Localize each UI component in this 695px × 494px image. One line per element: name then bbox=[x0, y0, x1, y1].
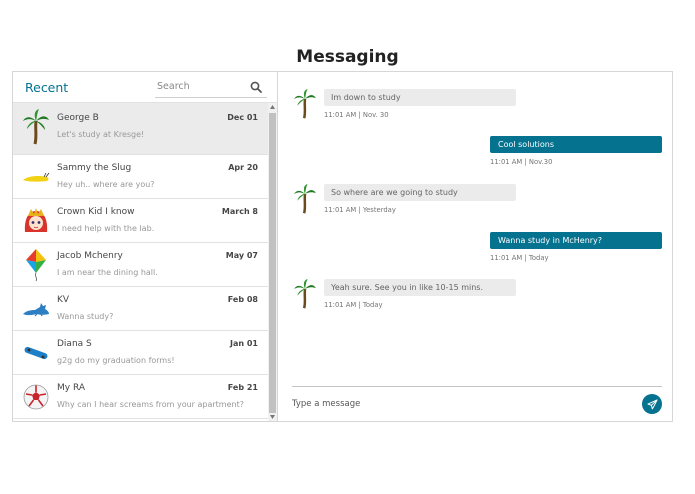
inbox-panel: Recent George B Dec 01 Let's bbox=[13, 72, 278, 421]
search-input[interactable] bbox=[155, 81, 247, 92]
chat-date: May 07 bbox=[225, 251, 258, 260]
chat-name: Crown Kid I know bbox=[57, 207, 135, 217]
page-title: Messaging bbox=[296, 47, 399, 67]
chat-name: Diana S bbox=[57, 339, 92, 349]
chat-preview: Let's study at Kresge! bbox=[57, 130, 145, 139]
inbox-header: Recent bbox=[13, 72, 277, 103]
message-time: 11:01 AM | Today bbox=[490, 254, 549, 262]
chat-body: George B Dec 01 Let's study at Kresge! bbox=[57, 113, 258, 139]
message-input[interactable] bbox=[292, 399, 642, 409]
palm-tree-icon bbox=[22, 109, 50, 145]
message-bubble: Cool solutions bbox=[490, 136, 662, 153]
chat-date: Jan 01 bbox=[230, 339, 258, 348]
message-bubble: Yeah sure. See you in like 10-15 mins. bbox=[324, 279, 516, 296]
banana-slug-icon bbox=[22, 163, 50, 191]
palm-tree-icon bbox=[292, 184, 320, 214]
chat-name: KV bbox=[57, 295, 70, 305]
chat-item-jacob-mchenry[interactable]: Jacob Mchenry May 07 I am near the dinin… bbox=[13, 243, 268, 287]
chat-name: My RA bbox=[57, 383, 85, 393]
paper-plane-icon bbox=[646, 398, 658, 409]
outgoing-message: Wanna study in McHenry? 11:01 AM | Today bbox=[490, 232, 662, 262]
message-time: 11:01 AM | Today bbox=[324, 301, 383, 309]
chat-item-kv[interactable]: KV Feb 08 Wanna study? bbox=[13, 287, 268, 331]
chat-date: Dec 01 bbox=[227, 113, 258, 122]
chat-preview: g2g do my graduation forms! bbox=[57, 356, 175, 365]
chat-item-diana-s[interactable]: Diana S Jan 01 g2g do my graduation form… bbox=[13, 331, 268, 375]
soccer-ball-icon bbox=[22, 383, 50, 411]
incoming-message: Im down to study 11:01 AM | Nov. 30 bbox=[292, 89, 552, 119]
kite-icon bbox=[22, 249, 50, 282]
chat-item-george-b[interactable]: George B Dec 01 Let's study at Kresge! bbox=[13, 103, 268, 155]
search-icon[interactable] bbox=[247, 78, 265, 96]
message-history: Im down to study 11:01 AM | Nov. 30 Cool… bbox=[292, 72, 662, 382]
message-bubble: Im down to study bbox=[324, 89, 516, 106]
message-time: 11:01 AM | Yesterday bbox=[324, 206, 396, 214]
message-panel: Im down to study 11:01 AM | Nov. 30 Cool… bbox=[278, 72, 672, 421]
chat-item-crown-kid[interactable]: Crown Kid I know March 8 I need help wit… bbox=[13, 199, 268, 243]
palm-tree-icon bbox=[292, 89, 320, 119]
chat-date: March 8 bbox=[221, 207, 258, 216]
chat-date: Apr 20 bbox=[228, 163, 258, 172]
outgoing-message: Cool solutions 11:01 AM | Nov.30 bbox=[490, 136, 662, 166]
message-bubble: Wanna study in McHenry? bbox=[490, 232, 662, 249]
chat-name: Jacob Mchenry bbox=[57, 251, 123, 261]
skateboard-icon bbox=[22, 339, 50, 367]
chat-date: Feb 21 bbox=[227, 383, 258, 392]
chat-name: George B bbox=[57, 113, 99, 123]
chat-preview: Hey uh.. where are you? bbox=[57, 180, 155, 189]
chat-preview: I am near the dining hall. bbox=[57, 268, 158, 277]
chat-item-sammy-the-slug[interactable]: Sammy the Slug Apr 20 Hey uh.. where are… bbox=[13, 155, 268, 199]
anime-character-icon bbox=[22, 207, 50, 235]
chat-item-my-ra[interactable]: My RA Feb 21 Why can I hear screams from… bbox=[13, 375, 268, 419]
messaging-panel: Recent George B Dec 01 Let's bbox=[12, 71, 673, 422]
recent-heading: Recent bbox=[25, 79, 69, 95]
send-button[interactable] bbox=[642, 394, 662, 414]
message-bubble: So where are we going to study bbox=[324, 184, 516, 201]
message-composer bbox=[292, 386, 662, 421]
incoming-message: So where are we going to study 11:01 AM … bbox=[292, 184, 552, 214]
chat-name: Sammy the Slug bbox=[57, 163, 132, 173]
palm-tree-icon bbox=[292, 279, 320, 309]
chat-date: Feb 08 bbox=[227, 295, 258, 304]
message-time: 11:01 AM | Nov.30 bbox=[490, 158, 553, 166]
chat-preview: Wanna study? bbox=[57, 312, 114, 321]
search-box bbox=[155, 76, 267, 98]
chat-list: George B Dec 01 Let's study at Kresge! S… bbox=[13, 103, 277, 421]
incoming-message: Yeah sure. See you in like 10-15 mins. 1… bbox=[292, 279, 552, 309]
scroll-up-arrow-icon[interactable] bbox=[268, 103, 277, 111]
chat-preview: I need help with the lab. bbox=[57, 224, 155, 233]
chat-preview: Why can I hear screams from your apartme… bbox=[57, 400, 244, 409]
message-time: 11:01 AM | Nov. 30 bbox=[324, 111, 389, 119]
scroll-thumb[interactable] bbox=[269, 113, 276, 413]
scroll-down-arrow-icon[interactable] bbox=[268, 413, 277, 421]
wolf-icon bbox=[22, 295, 50, 323]
chat-list-scrollbar[interactable] bbox=[268, 103, 277, 421]
